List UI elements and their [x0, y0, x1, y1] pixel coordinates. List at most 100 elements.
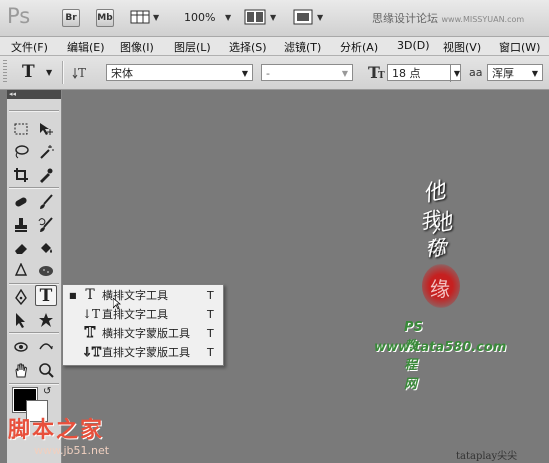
chevron-down-icon[interactable]: ▼: [270, 13, 276, 22]
tutorial-site-label: PS教程网: [404, 320, 423, 392]
shortcut-key: T: [207, 327, 214, 340]
vertical-type-mask-icon: ↓T: [82, 345, 102, 360]
chevron-down-icon: ▼: [46, 68, 53, 77]
type-tool-flyout-menu: ■ T 横排文字工具 T ↓T 直排文字工具 T T 横排文字蒙版工具 T ↓T…: [62, 284, 224, 366]
arrange-icon: [244, 9, 266, 25]
brush-icon: [40, 193, 53, 209]
history-brush-icon: [38, 216, 53, 232]
svg-text:T: T: [378, 71, 385, 81]
crop-tool[interactable]: [10, 164, 32, 185]
vertical-type-tool-item[interactable]: ↓T 直排文字工具 T: [63, 305, 223, 324]
horizontal-type-mask-tool-item[interactable]: T 横排文字蒙版工具 T: [63, 324, 223, 343]
hand-tool[interactable]: [10, 359, 32, 380]
menu-window[interactable]: 窗口(W): [499, 39, 540, 55]
change-text-orientation-button[interactable]: T: [72, 64, 92, 82]
menu-image[interactable]: 图像(I): [120, 39, 154, 55]
svg-text:T: T: [78, 66, 86, 80]
site-brand-url: www.MISSYUAN.com: [441, 15, 525, 24]
horizontal-type-tool-item[interactable]: ■ T 横排文字工具 T: [63, 286, 223, 305]
antialias-value: 浑厚: [492, 67, 514, 80]
eyedropper-tool[interactable]: [35, 164, 57, 185]
vertical-type-mask-tool-item[interactable]: ↓T 直排文字蒙版工具 T: [63, 343, 223, 362]
3d-rotate-tool[interactable]: [10, 336, 32, 357]
lasso-icon: [15, 144, 29, 158]
divider: [9, 332, 59, 334]
clone-stamp-tool[interactable]: [10, 214, 32, 235]
menu-file[interactable]: 文件(F): [11, 39, 48, 55]
sponge-icon: [39, 265, 53, 276]
launch-bridge-button[interactable]: Br: [62, 9, 80, 27]
font-size-select[interactable]: 18 点 ▼: [387, 64, 461, 82]
marquee-icon: [14, 123, 28, 134]
menu-filter[interactable]: 滤镜(T): [284, 39, 321, 55]
chevron-down-icon[interactable]: ▼: [317, 13, 323, 22]
paint-bucket-icon: [41, 242, 52, 253]
rectangular-marquee-tool[interactable]: [10, 118, 32, 139]
zoom-tool[interactable]: [35, 359, 57, 380]
magic-wand-tool[interactable]: [35, 141, 57, 162]
chevron-down-icon[interactable]: ▼: [153, 13, 159, 22]
menu-select[interactable]: 选择(S): [229, 39, 267, 55]
menu-analysis[interactable]: 分析(A): [340, 39, 378, 55]
menu-3d[interactable]: 3D(D): [397, 39, 430, 52]
custom-shape-tool[interactable]: [35, 309, 57, 330]
type-tool[interactable]: T: [35, 285, 57, 306]
blur-icon: [14, 262, 28, 276]
screen-mode-button[interactable]: [293, 9, 313, 25]
eraser-tool[interactable]: [10, 237, 32, 258]
menu-layer[interactable]: 图层(L): [174, 39, 211, 55]
menu-edit[interactable]: 编辑(E): [67, 39, 105, 55]
path-selection-tool[interactable]: [10, 309, 32, 330]
watermark-logo: 脚本之家: [8, 417, 105, 443]
view-extras-button[interactable]: [130, 10, 150, 24]
zoom-level[interactable]: 100%: [184, 11, 215, 24]
move-tool[interactable]: [35, 118, 57, 139]
tutorial-site-url: www.tata580.com: [374, 340, 507, 355]
bandage-icon: [15, 197, 27, 206]
blur-tool[interactable]: [10, 260, 32, 281]
mouse-cursor-icon: [113, 298, 121, 310]
font-style-select[interactable]: - ▼: [261, 64, 353, 81]
swap-colors-icon[interactable]: ↺: [43, 386, 51, 397]
launch-minibridge-button[interactable]: Mb: [96, 9, 114, 27]
shortcut-key: T: [207, 346, 214, 359]
lasso-tool[interactable]: [10, 141, 32, 162]
tools-panel-header[interactable]: ◂◂: [7, 90, 61, 99]
hand-icon: [15, 363, 28, 377]
magnifier-icon: [39, 362, 54, 378]
watermark-url: www.jb51.net: [34, 444, 110, 457]
3d-orbit-tool[interactable]: [35, 336, 57, 357]
spot-healing-brush-tool[interactable]: [10, 191, 32, 212]
horizontal-type-icon: T: [85, 287, 95, 303]
antialias-select[interactable]: 浑厚 ▼: [487, 64, 543, 81]
brush-tool[interactable]: [35, 191, 57, 212]
chevron-down-icon: ▼: [449, 65, 460, 82]
paint-bucket-tool[interactable]: [35, 237, 57, 258]
arrange-documents-button[interactable]: [244, 9, 266, 25]
application-bar: Ps Br Mb ▼ 100% ▼ ▼ ▼ 思缘设计论坛 www.MISSYUA…: [0, 0, 549, 37]
font-family-select[interactable]: 宋体 ▼: [106, 64, 253, 81]
pen-tool[interactable]: [10, 286, 32, 307]
selected-bullet-icon: ■: [69, 291, 77, 300]
pen-icon: [15, 288, 27, 305]
tool-preset-picker[interactable]: T ▼: [20, 62, 56, 82]
options-bar-gripper[interactable]: [3, 60, 7, 84]
history-brush-tool[interactable]: [35, 214, 57, 235]
vertical-type-icon: ↓T: [82, 307, 101, 321]
site-brand: 思缘设计论坛 www.MISSYUAN.com: [372, 10, 524, 26]
collapse-icon[interactable]: ◂◂: [9, 90, 16, 98]
chevron-down-icon: ▼: [241, 69, 248, 78]
3d-rotate-icon: [14, 341, 28, 352]
sponge-tool[interactable]: [35, 260, 57, 281]
seal-character: 缘: [430, 277, 450, 301]
chevron-down-icon[interactable]: ▼: [225, 13, 231, 22]
custom-shape-icon: [39, 312, 53, 327]
font-size-value: 18 点: [392, 67, 421, 80]
eraser-icon: [15, 243, 27, 254]
3d-orbit-icon: [39, 342, 53, 349]
type-tool-icon: T: [22, 62, 35, 82]
grid-icon: [130, 10, 150, 24]
calligraphy-line-3: 你: [426, 236, 446, 260]
magic-wand-icon: [40, 144, 54, 159]
menu-view[interactable]: 视图(V): [443, 39, 481, 55]
